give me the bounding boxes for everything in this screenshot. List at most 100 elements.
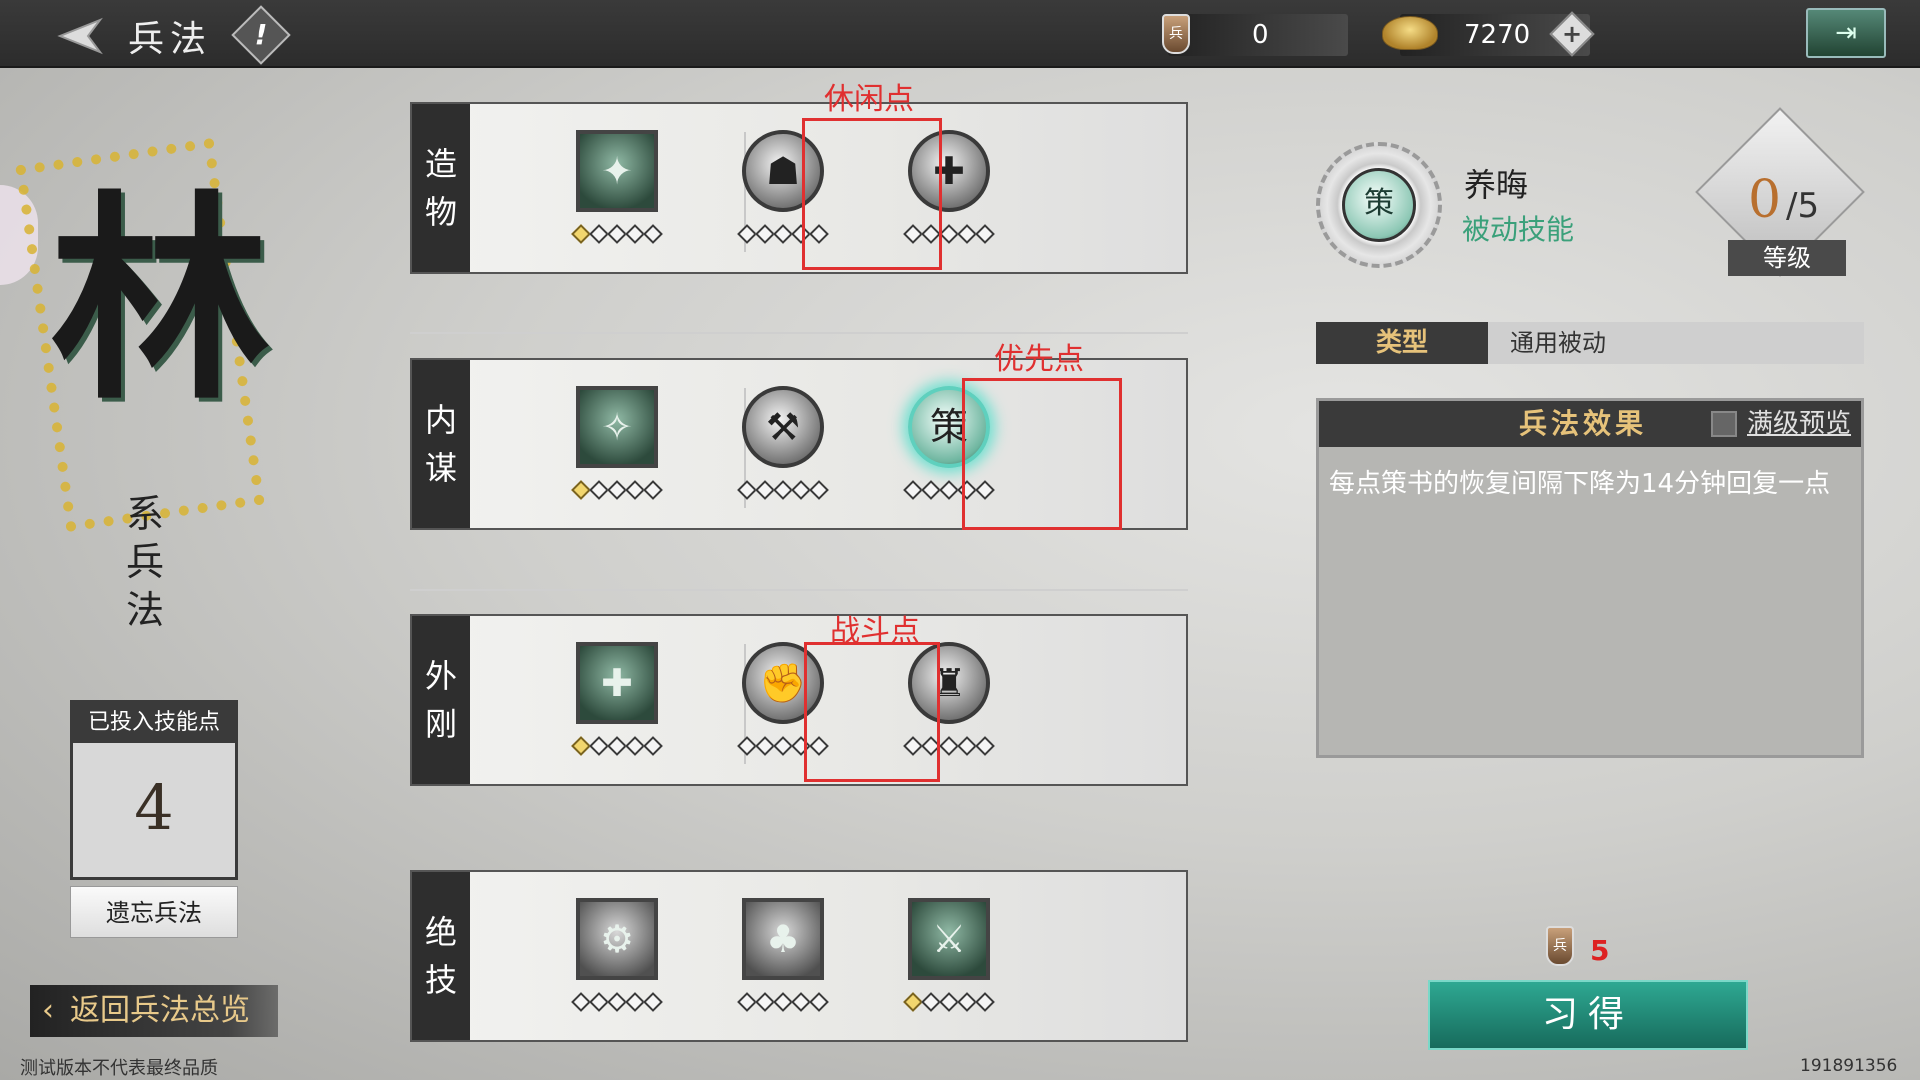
top-bar: 兵法 ! 兵 0 7270 + ⇥ [0,0,1920,68]
level-pip [607,480,627,500]
selected-skill-icon: 策 [1316,142,1442,268]
skill-icon: ⚔ [908,898,990,980]
school-seal: 林 [10,110,290,533]
level-pip [625,736,645,756]
type-bar: 类型 通用被动 [1316,322,1864,364]
level-pip [791,480,811,500]
level-pip [737,992,757,1012]
level-pip [903,992,923,1012]
test-version-note: 测试版本不代表最终品质 [20,1058,218,1079]
skill-node[interactable]: ⚔ [890,890,1008,1030]
left-panel: 林 系兵法 已投入技能点 4 遗忘兵法 ‹ 返回兵法总览 [0,70,310,1080]
skill-glyph-icon: ⚒ [765,405,801,449]
level-pip [737,736,757,756]
skill-node[interactable]: ✚ [558,634,676,774]
chevron-left-icon: ‹ [42,993,54,1028]
level-pip [625,480,645,500]
level-pip [773,736,793,756]
skill-icon: ✧ [576,386,658,468]
level-pip [975,992,995,1012]
level-pip [571,992,591,1012]
skill-level-pips [724,480,842,502]
skill-icon: ⚒ [742,386,824,468]
forget-tactics-button[interactable]: 遗忘兵法 [70,886,238,938]
level-pip [755,736,775,756]
level-pip [607,736,627,756]
max-level-preview-label[interactable]: 满级预览 [1747,401,1851,447]
skill-glyph-icon: ✦ [601,149,633,193]
skill-level-pips [558,480,676,502]
invested-points-value: 4 [134,771,174,844]
level-pip [809,992,829,1012]
level-pip [921,992,941,1012]
effect-header: 兵法效果 满级预览 [1319,401,1861,447]
level-pip [589,736,609,756]
level-pip [939,480,959,500]
level-pip [589,480,609,500]
skill-glyph-icon: ♣ [765,917,801,961]
level-pip [773,992,793,1012]
level-pip [939,224,959,244]
plus-icon: + [1561,20,1583,48]
skill-level-pips [890,992,1008,1014]
level-pip [571,736,591,756]
invested-points-panel: 已投入技能点 4 [70,700,238,880]
skill-row-label: 内谋 [412,360,470,528]
skill-glyph-icon: ✚ [601,661,633,705]
skill-name: 养晦 [1464,166,1529,204]
level-pip [571,224,591,244]
highlight-combat-box [804,642,940,782]
level-label: 等级 [1728,240,1846,276]
level-pip [737,480,757,500]
level-pip [607,992,627,1012]
type-value: 通用被动 [1510,329,1606,357]
highlight-priority-box [962,378,1122,530]
exit-button[interactable]: ⇥ [1806,8,1886,58]
skill-row-label: 外刚 [412,616,470,784]
skill-node[interactable]: ✦ [558,122,676,262]
level-pip [571,480,591,500]
bing-currency-value: 0 [1252,20,1269,50]
learn-cost-value: 5 [1590,934,1610,967]
level-pip [957,992,977,1012]
school-subtitle: 系兵法 [125,492,164,632]
skill-icon: ♣ [742,898,824,980]
skill-node[interactable]: ♣ [724,890,842,1030]
level-max: /5 [1786,186,1820,226]
skill-level-pips [724,992,842,1014]
level-pip [589,224,609,244]
return-overview-label: 返回兵法总览 [70,993,250,1028]
skill-node[interactable]: ⚙ [558,890,676,1030]
back-arrow-icon[interactable] [40,14,110,58]
level-pip [957,224,977,244]
annotation-priority: 优先点 [994,342,1084,377]
skill-glyph-icon: ⚔ [931,917,967,961]
bing-cost-icon: 兵 [1546,926,1574,966]
help-icon: ! [254,18,268,51]
skill-level-pips [558,992,676,1014]
level-pip [921,480,941,500]
effect-panel: 兵法效果 满级预览 每点策书的恢复间隔下降为14分钟回复一点 [1316,398,1864,758]
level-pip [903,480,923,500]
skill-node[interactable]: ⚒ [724,378,842,518]
level-pip [643,992,663,1012]
skill-row: 外刚 ✚ ✊ ♜ [410,614,1188,786]
max-level-preview-checkbox[interactable] [1711,411,1737,437]
skill-icon: ✦ [576,130,658,212]
seal-character: 林 [50,170,271,429]
skill-icon: ⚙ [576,898,658,980]
skill-kind: 被动技能 [1462,213,1575,246]
level-pip [607,224,627,244]
return-overview-button[interactable]: ‹ 返回兵法总览 [30,985,278,1037]
highlight-casual-box [802,118,942,270]
level-pip [625,992,645,1012]
learn-button[interactable]: 习得 [1428,980,1748,1050]
skill-level-pips [558,736,676,758]
level-pip [643,224,663,244]
skill-node[interactable]: ✧ [558,378,676,518]
help-button[interactable]: ! [231,5,291,65]
annotation-casual: 休闲点 [824,82,914,117]
invested-points-label: 已投入技能点 [73,703,235,743]
page-title: 兵法 [128,19,213,60]
level-pip [809,480,829,500]
